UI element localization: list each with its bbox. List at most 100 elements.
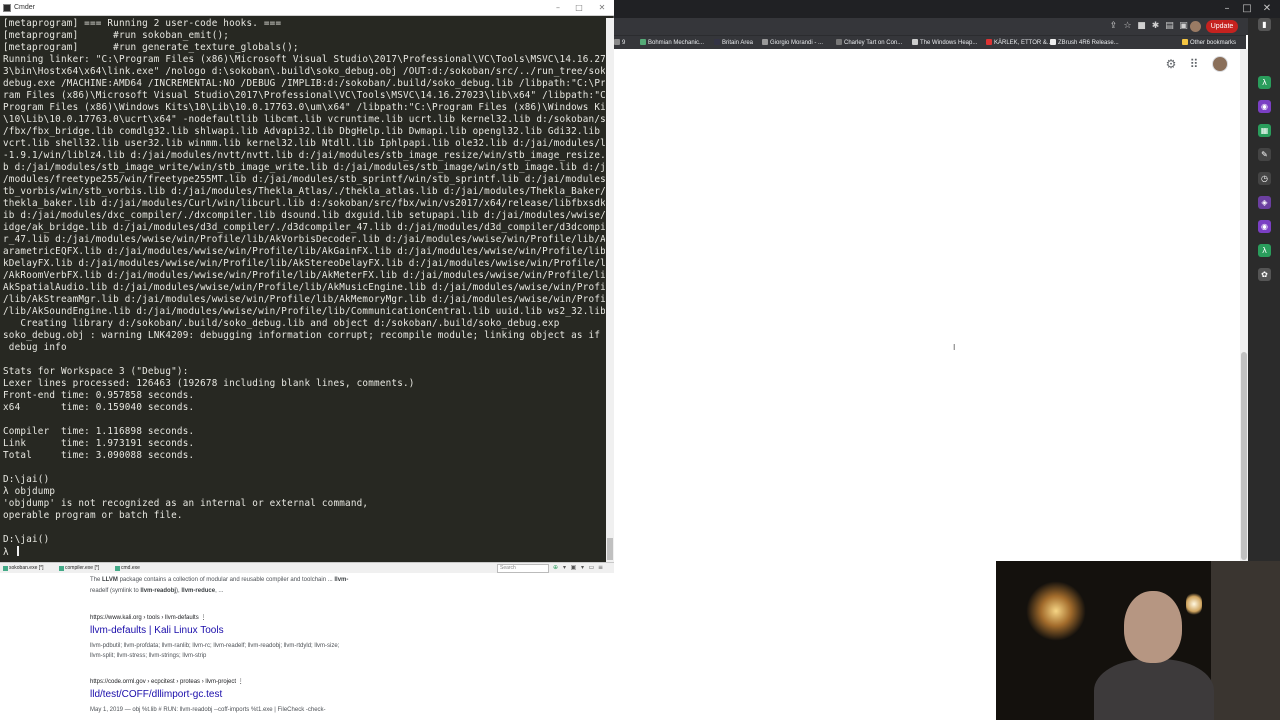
minimize-icon[interactable]: – [552,2,564,14]
result-snippet: readelf (symlink to llvm-readobj), llvm-… [90,588,224,594]
bookmark-icon [762,39,768,46]
new-tab-icon[interactable]: ⊕ [552,564,559,572]
bookmark-item[interactable]: 9 [614,38,625,48]
settings-gear-icon[interactable]: ⚙ [1164,57,1178,71]
bookmark-icon [714,39,720,46]
side-panel-icon[interactable]: λ [1258,76,1271,89]
side-panel-icon[interactable]: ◉ [1258,220,1271,233]
bookmark-icon [836,39,842,46]
bookmark-item[interactable]: Charley Tart on Con... [836,38,902,48]
page-header: ⚙ ⠿ [614,49,1246,81]
terminal-line: Link time: 1.973191 seconds. [3,438,195,449]
page-scrollbar-thumb[interactable] [1241,352,1247,560]
dropdown-icon[interactable]: ▾ [561,564,568,572]
terminal-output[interactable]: [metaprogram] === Running 2 user-code ho… [3,18,605,562]
split-icon[interactable]: ▣ [570,564,577,572]
share-icon[interactable]: ⇪ [1108,21,1119,32]
terminal-line: λ [3,546,605,559]
webcam-shelf [1211,561,1280,720]
terminal-line: [metaprogram] #run sokoban_emit(); [3,30,230,41]
terminal-line: b d:/jai/modules/stb_image_write/win/stb… [3,162,605,173]
webcam-lamp [1026,581,1086,641]
browser-toolbar: ⇪ ☆ ■ ✱ ▤ ▣ Update ⋮ [614,18,1280,35]
maximize-icon[interactable]: □ [573,2,585,14]
result-title-link[interactable]: llvm-defaults | Kali Linux Tools [90,625,224,636]
terminal-scrollbar[interactable] [606,18,614,562]
reading-list-icon[interactable]: ▤ [1164,21,1175,32]
bookmark-item[interactable]: Bohmian Mechanic... [640,38,704,48]
terminal-cursor [16,546,19,556]
terminal-line: /modules/freetype255/win/freetype255MT.l… [3,174,605,185]
result-snippet: May 1, 2019 — obj %t.lib # RUN: llvm-rea… [90,707,326,713]
side-panel-icon[interactable]: λ [1258,244,1271,257]
side-panel-icon[interactable]: ▦ [1258,124,1271,137]
webcam-overlay [996,561,1280,720]
bookmark-item[interactable]: Britain Area [714,38,753,48]
terminal-line: Total time: 3.090088 seconds. [3,450,195,461]
result-title-link[interactable]: lld/test/COFF/dllimport-gc.test [90,689,222,700]
terminal-scrollbar-thumb[interactable] [607,538,613,560]
terminal-line: idge/ak_bridge.lib d:/jai/modules/d3d_co… [3,222,605,233]
bookmark-item[interactable]: ZBrush 4R6 Release... [1050,38,1119,48]
terminal-line: /fbx/fbx_bridge.lib comdlg32.lib shlwapi… [3,126,605,137]
account-avatar[interactable] [1212,56,1228,72]
profile-avatar[interactable] [1190,21,1201,32]
terminal-line: arametricEQFX.lib d:/jai/modules/wwise/w… [3,246,605,257]
extension-icon[interactable]: ■ [1136,21,1147,32]
terminal-line: λ objdump [3,486,56,497]
terminal-line: [metaprogram] === Running 2 user-code ho… [3,18,282,29]
menu-icon[interactable]: ≡ [597,564,604,572]
side-panel-icon[interactable]: ◉ [1258,100,1271,113]
bookmark-icon [986,39,992,46]
terminal-line: /AkRoomVerbFX.lib d:/jai/modules/wwise/w… [3,270,605,281]
terminal-line: vcrt.lib shell32.lib user32.lib winmm.li… [3,138,605,149]
terminal-titlebar[interactable]: Cmder – □ ✕ [0,0,614,16]
update-button[interactable]: Update [1206,20,1238,33]
terminal-app-icon [3,4,11,12]
maximize-icon[interactable]: □ [1240,2,1254,16]
terminal-tab[interactable]: cmd.exe [114,564,140,573]
terminal-search-input[interactable]: Search [497,564,549,573]
terminal-line: [metaprogram] #run generate_texture_glob… [3,42,299,53]
tab-search-icon[interactable]: ▣ [1178,21,1189,32]
result-cite[interactable]: https://www.kali.org › tools › llvm-defa… [90,614,206,621]
terminal-line: operable program or batch file. [3,510,183,521]
terminal-tab[interactable]: compiler.exe [*] [58,564,99,573]
side-panel-icon[interactable]: ▮ [1258,18,1271,31]
terminal-tab[interactable]: sokoban.exe [*] [2,564,43,573]
window-icon[interactable]: ▭ [588,564,595,572]
terminal-line: x64 time: 0.159040 seconds. [3,402,195,413]
terminal-line: ram Files (x86)\Microsoft Visual Studio\… [3,90,605,101]
terminal-line: /lib/AkStreamMgr.lib d:/jai/modules/wwis… [3,294,605,305]
minimize-icon[interactable]: – [1220,2,1234,16]
apps-grid-icon[interactable]: ⠿ [1187,57,1201,71]
webcam-light [1186,593,1202,615]
close-icon[interactable]: ✕ [596,2,608,14]
star-icon[interactable]: ☆ [1122,21,1133,32]
terminal-window[interactable]: Cmder – □ ✕ [metaprogram] === Running 2 … [0,0,614,573]
side-panel-icon[interactable]: ✿ [1258,268,1271,281]
side-panel-icon[interactable]: ◷ [1258,172,1271,185]
dropdown-icon[interactable]: ▾ [579,564,586,572]
close-icon[interactable]: ✕ [1260,2,1274,16]
side-panel-icon[interactable]: ✎ [1258,148,1271,161]
terminal-line: 3\bin\Hostx64\x64\link.exe" /nologo d:\s… [3,66,605,77]
terminal-statusbar: sokoban.exe [*] compiler.exe [*] cmd.exe… [0,562,614,573]
other-bookmarks[interactable]: Other bookmarks [1182,38,1236,48]
terminal-line: Program Files (x86)\Windows Kits\10\Lib\… [3,102,605,113]
side-panel-icon[interactable]: ◈ [1258,196,1271,209]
terminal-line: /lib/AkSoundEngine.lib d:/jai/modules/ww… [3,306,605,317]
bookmark-item[interactable]: Giorgio Morandi - ... [762,38,823,48]
bookmark-item[interactable]: The Windows Heap... [912,38,977,48]
result-snippet: The LLVM package contains a collection o… [90,577,349,583]
bookmark-item[interactable]: KÄRLEK, ETTOR &... [986,38,1052,48]
puzzle-icon[interactable]: ✱ [1150,21,1161,32]
result-cite[interactable]: https://code.orml.gov › ecpcitest › prot… [90,678,244,685]
terminal-line: D:\jai() [3,534,50,545]
terminal-line: debug.exe /MACHINE:AMD64 /INCREMENTAL:NO… [3,78,605,89]
terminal-line: soko_debug.obj : warning LNK4209: debugg… [3,330,605,341]
terminal-line: \10\Lib\10.0.17763.0\ucrt\x64" -nodefaul… [3,114,605,125]
